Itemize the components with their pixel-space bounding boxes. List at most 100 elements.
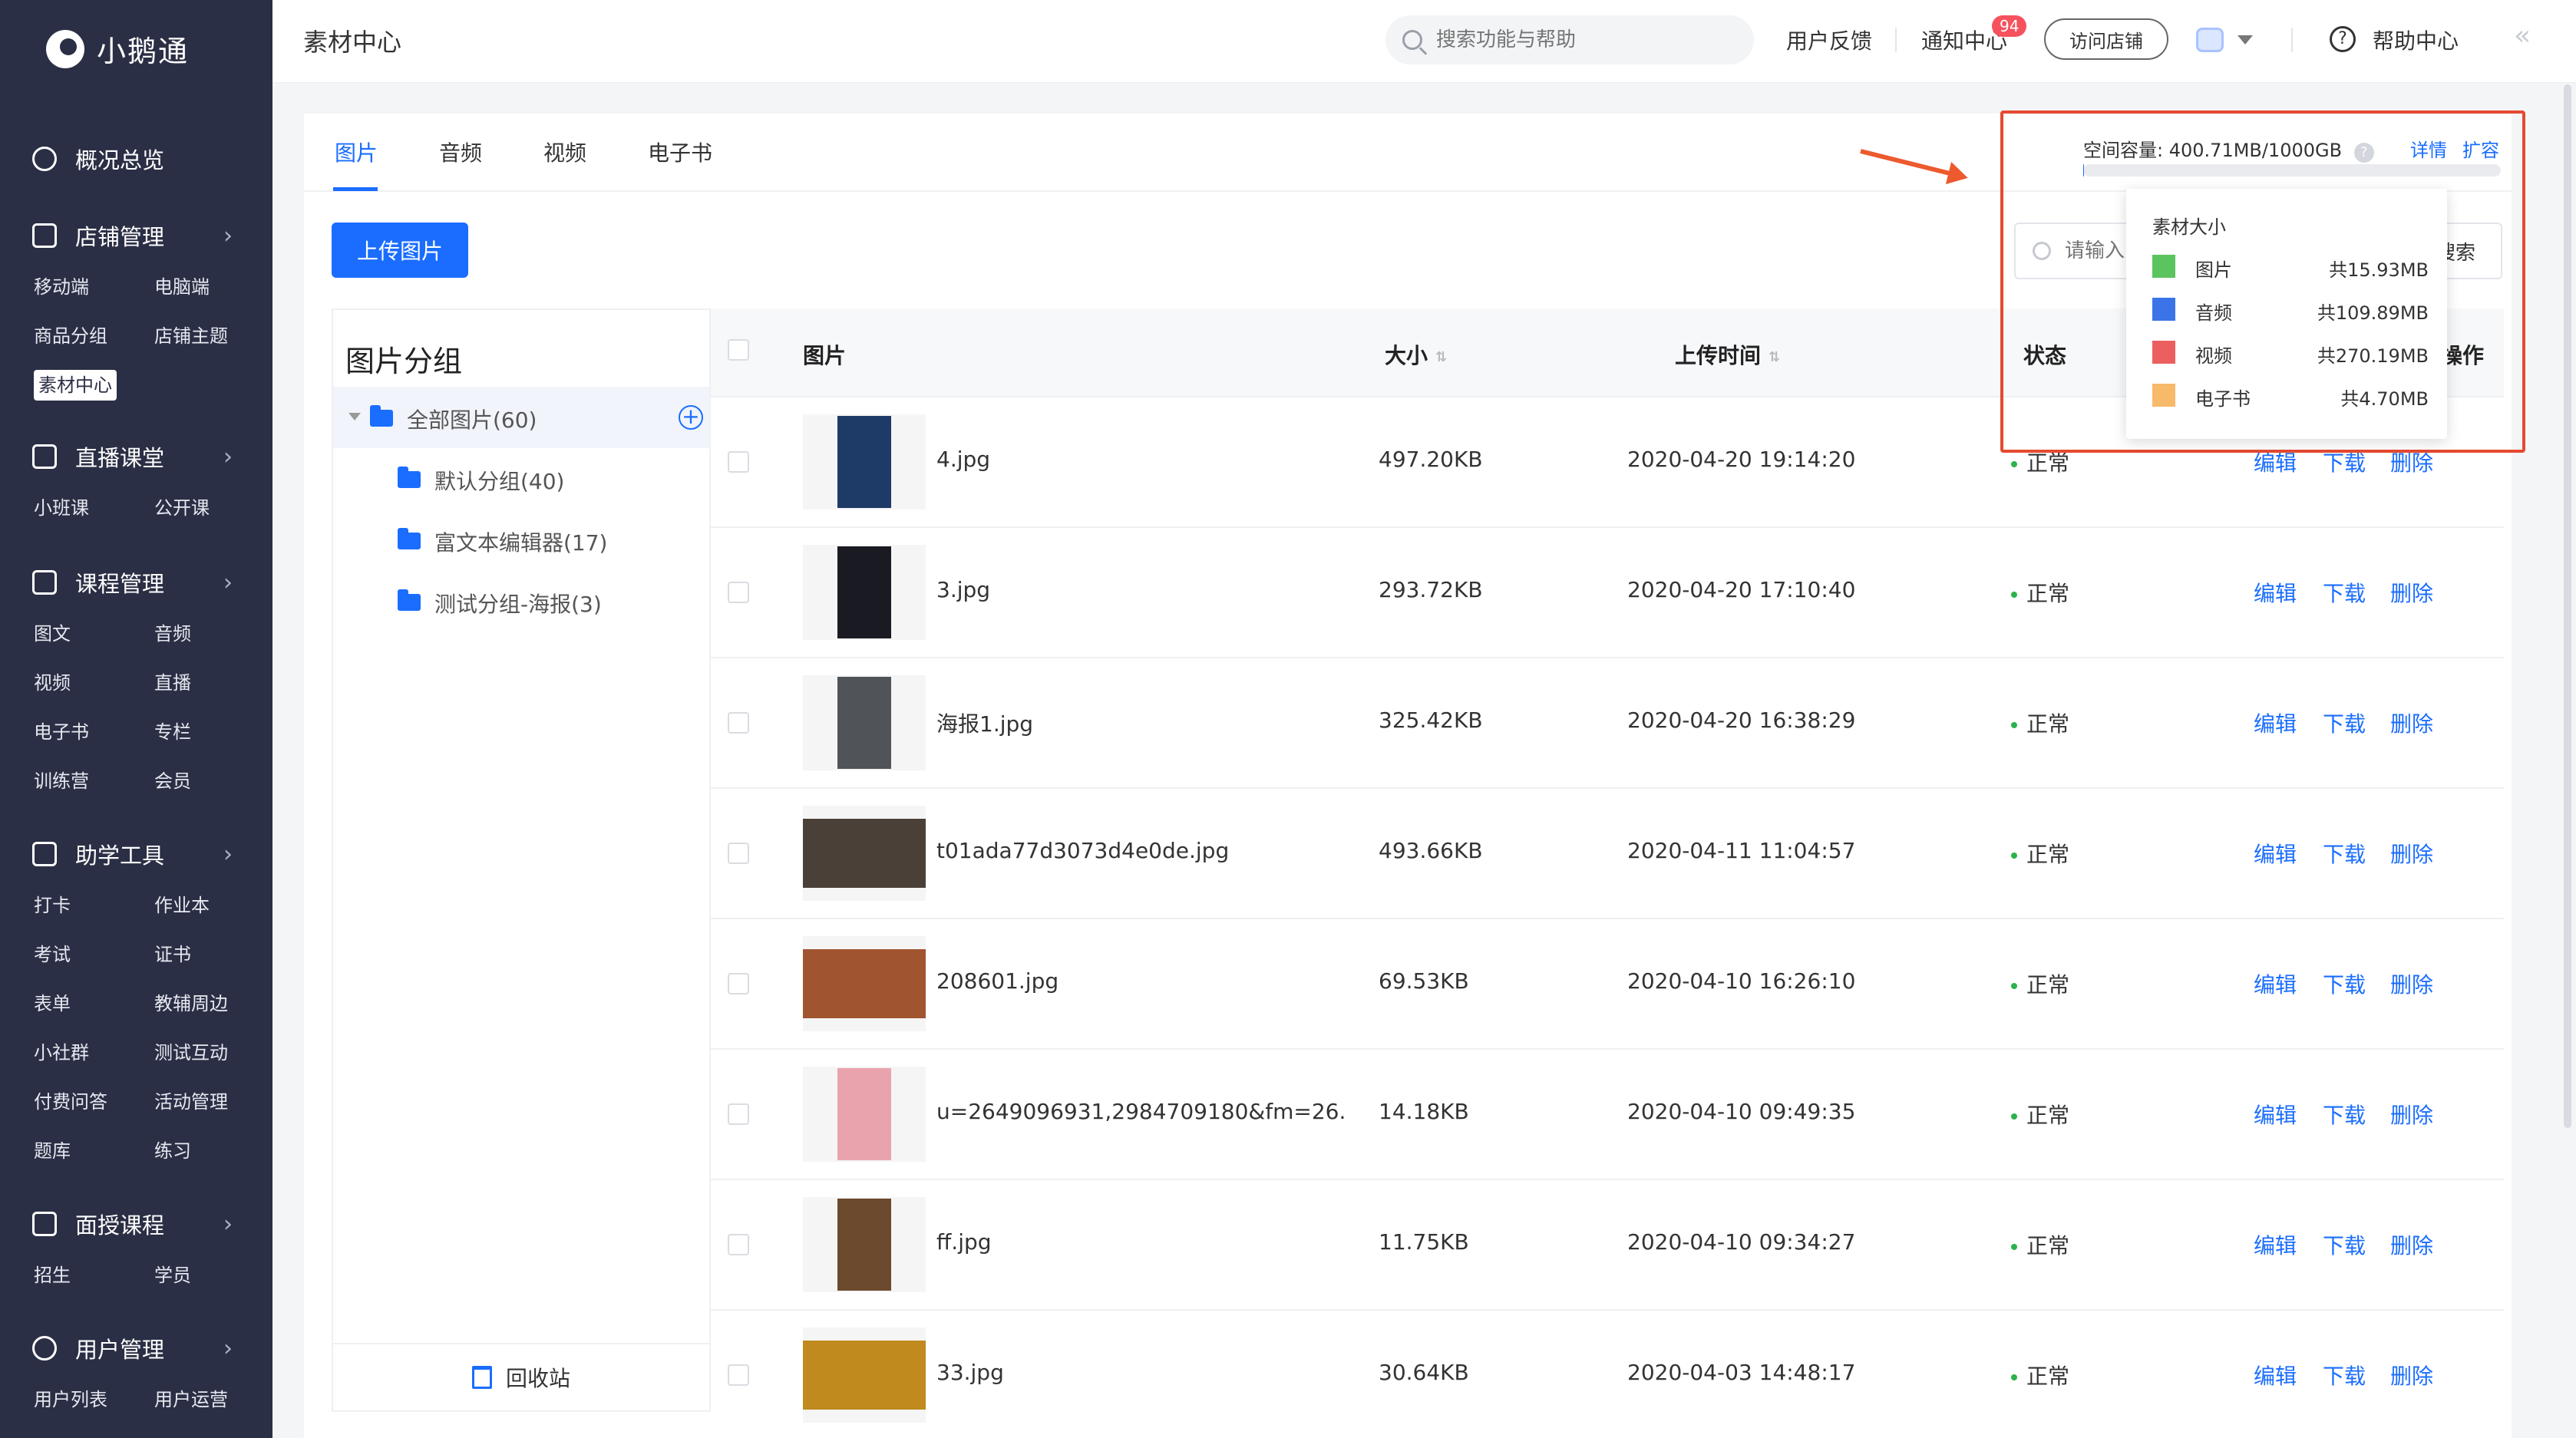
row-checkbox[interactable] [728,1364,749,1386]
sidebar-item-community[interactable]: 小社群 [34,1028,154,1077]
question-icon[interactable]: ? [2353,143,2374,163]
group-rich-text[interactable]: 富文本编辑器(17) [333,510,709,571]
download-link[interactable]: 下载 [2323,707,2366,738]
image-thumbnail[interactable] [803,545,926,640]
row-checkbox[interactable] [728,582,749,603]
tab-images[interactable]: 图片 [335,137,378,167]
sidebar-item-homework[interactable]: 作业本 [154,881,275,930]
nav-course-head[interactable]: 课程管理 › [0,556,272,609]
sidebar-item-user-list[interactable]: 用户列表 [34,1375,154,1424]
delete-link[interactable]: 删除 [2390,1099,2433,1130]
sidebar-item-live[interactable]: 直播 [154,658,275,707]
delete-link[interactable]: 删除 [2390,1229,2433,1260]
sidebar-item-merch[interactable]: 教辅周边 [154,979,275,1028]
sidebar-item-audio[interactable]: 音频 [154,609,275,658]
sidebar-item-paid-qa[interactable]: 付费问答 [34,1077,154,1126]
image-thumbnail[interactable] [803,1067,926,1162]
sidebar-item-question-bank[interactable]: 题库 [34,1126,154,1176]
sidebar-item-column[interactable]: 专栏 [154,707,275,757]
sidebar-item-practice[interactable]: 练习 [154,1126,275,1176]
nav-store-head[interactable]: 店铺管理 › [0,209,272,262]
group-all-images[interactable]: 全部图片(60) + [333,387,709,448]
row-checkbox[interactable] [728,451,749,473]
col-upload-time[interactable]: 上传时间 ⇅ [1675,339,1780,370]
image-thumbnail[interactable] [803,806,926,901]
sidebar-item-ebook[interactable]: 电子书 [34,707,154,757]
group-default[interactable]: 默认分组(40) [333,448,709,510]
edit-link[interactable]: 编辑 [2254,1229,2297,1260]
edit-link[interactable]: 编辑 [2254,577,2297,608]
store-switch-icon[interactable] [2196,28,2224,52]
nav-users-head[interactable]: 用户管理 › [0,1321,272,1375]
sidebar-item-small-class[interactable]: 小班课 [34,483,154,533]
sidebar-item-mobile[interactable]: 移动端 [34,262,154,312]
tab-video[interactable]: 视频 [543,137,586,167]
nav-overview[interactable]: 概况总览 [0,132,272,186]
expand-triangle-icon[interactable] [348,413,361,421]
sidebar-item-open-class[interactable]: 公开课 [154,483,275,533]
row-checkbox[interactable] [728,1234,749,1255]
edit-link[interactable]: 编辑 [2254,707,2297,738]
global-search[interactable] [1385,15,1754,64]
sidebar-item-checkin[interactable]: 打卡 [34,881,154,930]
delete-link[interactable]: 删除 [2390,968,2433,999]
feedback-link[interactable]: 用户反馈 [1786,25,1872,55]
download-link[interactable]: 下载 [2323,968,2366,999]
row-checkbox[interactable] [728,843,749,864]
tab-audio[interactable]: 音频 [439,137,482,167]
upload-image-button[interactable]: 上传图片 [332,223,468,278]
sidebar-item-member[interactable]: 会员 [154,757,275,806]
sidebar-item-video[interactable]: 视频 [34,658,154,707]
sidebar-item-camp[interactable]: 训练营 [34,757,154,806]
collapse-double-chevron-icon[interactable]: « [2514,20,2531,51]
row-checkbox[interactable] [728,973,749,994]
col-size[interactable]: 大小 ⇅ [1385,339,1447,370]
caret-down-icon[interactable] [2237,35,2253,45]
sidebar-item-material-center[interactable]: 素材中心 [34,361,154,410]
image-thumbnail[interactable] [803,675,926,770]
download-link[interactable]: 下载 [2323,1099,2366,1130]
visit-store-button[interactable]: 访问店铺 [2044,18,2168,60]
delete-link[interactable]: 删除 [2390,1360,2433,1390]
select-all-checkbox[interactable] [728,339,749,361]
sidebar-item-activity[interactable]: 活动管理 [154,1077,275,1126]
storage-detail-link[interactable]: 详情 [2410,135,2447,162]
sidebar-item-quiz[interactable]: 测试互动 [154,1028,275,1077]
storage-expand-link[interactable]: 扩容 [2462,135,2499,162]
nav-live-head[interactable]: 直播课堂 › [0,430,272,483]
sidebar-item-pc[interactable]: 电脑端 [154,262,275,312]
help-center-link[interactable]: 帮助中心 [2373,25,2459,55]
delete-link[interactable]: 删除 [2390,838,2433,869]
brand-logo[interactable]: 小鹅通 [46,28,189,70]
row-checkbox[interactable] [728,712,749,734]
sidebar-item-enroll[interactable]: 招生 [34,1251,154,1300]
download-link[interactable]: 下载 [2323,1360,2366,1390]
page-scrollbar[interactable] [2564,84,2571,1128]
sidebar-item-form[interactable]: 表单 [34,979,154,1028]
nav-offline-head[interactable]: 面授课程 › [0,1197,272,1251]
edit-link[interactable]: 编辑 [2254,968,2297,999]
edit-link[interactable]: 编辑 [2254,838,2297,869]
sidebar-item-exam[interactable]: 考试 [34,930,154,979]
global-search-input[interactable] [1436,28,1728,51]
add-group-icon[interactable]: + [679,405,703,430]
group-poster-test[interactable]: 测试分组-海报(3) [333,571,709,632]
image-thumbnail[interactable] [803,936,926,1031]
sidebar-item-theme[interactable]: 店铺主题 [154,312,275,361]
row-checkbox[interactable] [728,1103,749,1125]
tab-ebook[interactable]: 电子书 [648,137,712,167]
sidebar-item-students[interactable]: 学员 [154,1251,275,1300]
edit-link[interactable]: 编辑 [2254,1360,2297,1390]
sidebar-item-product-group[interactable]: 商品分组 [34,312,154,361]
sidebar-item-article[interactable]: 图文 [34,609,154,658]
delete-link[interactable]: 删除 [2390,707,2433,738]
download-link[interactable]: 下载 [2323,838,2366,869]
recycle-bin-button[interactable]: 回收站 [333,1343,709,1410]
image-thumbnail[interactable] [803,414,926,510]
delete-link[interactable]: 删除 [2390,577,2433,608]
image-thumbnail[interactable] [803,1197,926,1292]
nav-tools-head[interactable]: 助学工具 › [0,827,272,881]
help-icon[interactable]: ? [2330,26,2356,52]
sidebar-item-user-ops[interactable]: 用户运营 [154,1375,275,1424]
download-link[interactable]: 下载 [2323,577,2366,608]
